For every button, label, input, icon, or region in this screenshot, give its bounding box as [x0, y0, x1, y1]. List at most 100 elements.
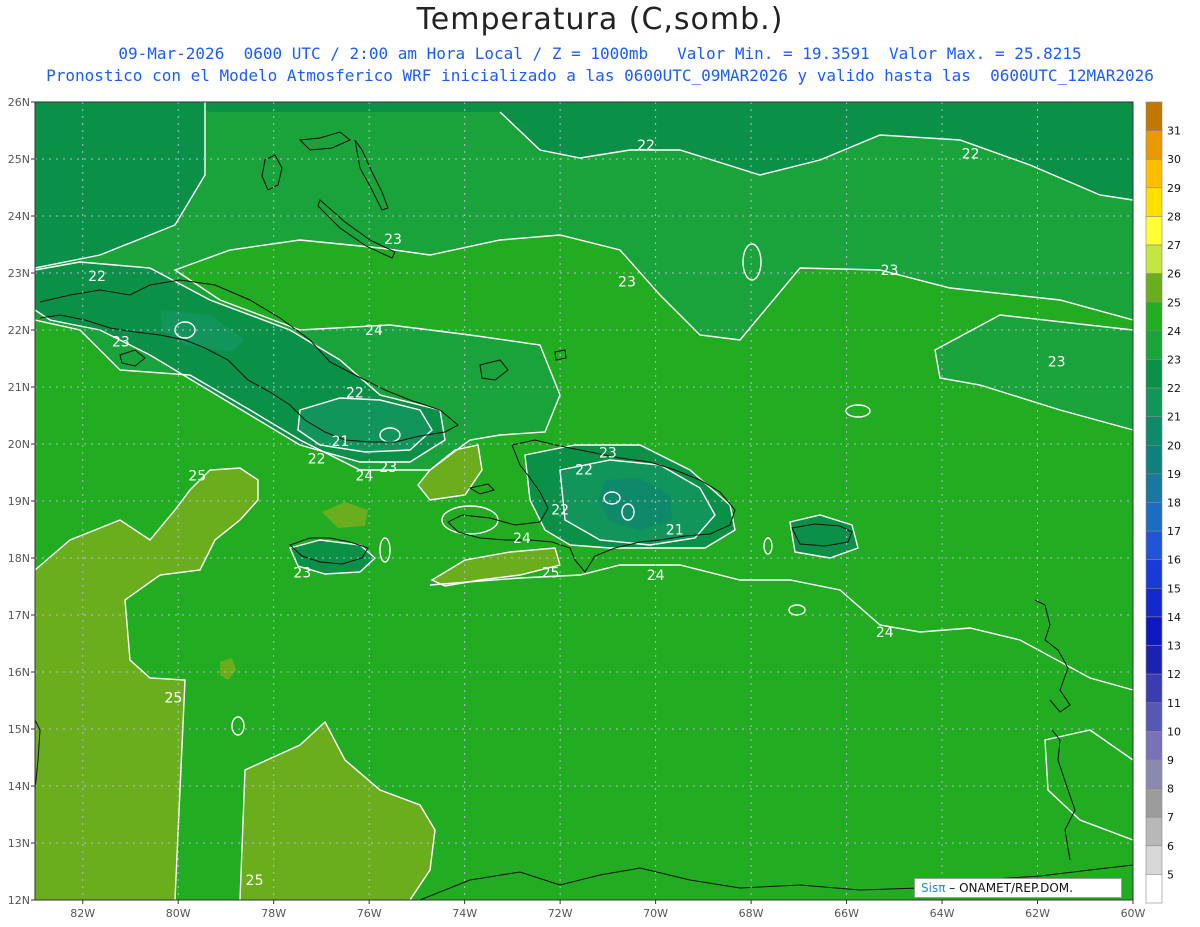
colorbar-swatch — [1145, 616, 1163, 646]
colorbar-label: 19 — [1167, 468, 1181, 481]
contour-label: 23 — [112, 334, 130, 350]
lon-tick-label: 82W — [70, 907, 95, 920]
lon-tick-labels: 82W 80W 78W 76W 74W 72W 70W 68W 66W 64W 62W 60W — [70, 900, 1146, 920]
colorbar-swatch — [1145, 130, 1163, 160]
colorbar-label: 24 — [1167, 325, 1181, 338]
lat-tick-label: 14N — [8, 780, 30, 793]
colorbar-label: 15 — [1167, 582, 1181, 595]
colorbar-swatch — [1145, 845, 1163, 875]
lon-tick-label: 64W — [930, 907, 955, 920]
contour-label: 23 — [384, 232, 402, 248]
lat-tick-label: 24N — [8, 210, 30, 223]
colorbar-swatch — [1145, 273, 1163, 303]
contour-label: 22 — [346, 386, 364, 402]
colorbar-label: 5 — [1167, 868, 1174, 881]
colorbar-label: 17 — [1167, 525, 1181, 538]
colorbar-swatch — [1145, 158, 1163, 189]
contour-label: 22 — [551, 503, 569, 519]
colorbar-swatch — [1145, 759, 1163, 789]
colorbar-swatch — [1145, 416, 1163, 446]
colorbar-swatch — [1145, 187, 1163, 217]
sispi-logo-text: Sisπ — [921, 881, 946, 895]
colorbar-swatch — [1145, 101, 1163, 131]
colorbar-label: 7 — [1167, 811, 1174, 824]
colorbar-label: 29 — [1167, 182, 1181, 195]
credit-box: Sisπ – ONAMET/REP.DOM. — [914, 878, 1122, 898]
lat-tick-labels: 26N 25N 24N 23N 22N 21N 20N 19N 18N 17N 16N 15N 14N 1… — [8, 96, 35, 907]
lat-tick-label: 26N — [8, 96, 30, 109]
colorbar-label: 20 — [1167, 439, 1181, 452]
lon-tick-label: 76W — [357, 907, 382, 920]
contour-label: 23 — [1048, 354, 1066, 370]
colorbar-swatch — [1145, 559, 1163, 589]
credit-org: – ONAMET/REP.DOM. — [949, 881, 1073, 895]
contour-label: 22 — [962, 146, 980, 162]
temperature-map: 82W 80W 78W 76W 74W 72W 70W 68W 66W 64W 62W 60W 26N… — [8, 96, 1181, 920]
colorbar-label: 26 — [1167, 268, 1181, 281]
colorbar-swatch — [1145, 788, 1163, 818]
colorbar-label: 11 — [1167, 697, 1181, 710]
lat-tick-label: 15N — [8, 723, 30, 736]
colorbar-swatch — [1145, 502, 1163, 532]
colorbar-swatch — [1145, 330, 1163, 360]
contour-label: 24 — [876, 625, 894, 641]
colorbar-swatch — [1145, 301, 1163, 332]
lat-tick-label: 25N — [8, 153, 30, 166]
contour-label: 25 — [542, 565, 560, 581]
lat-tick-label: 19N — [8, 495, 30, 508]
lat-tick-label: 21N — [8, 381, 30, 394]
contour-label: 24 — [365, 323, 383, 339]
contour-label: 25 — [188, 468, 206, 484]
colorbar-label: 21 — [1167, 411, 1181, 424]
colorbar-label: 25 — [1167, 296, 1181, 309]
colorbar-swatch — [1145, 244, 1163, 274]
lon-tick-label: 68W — [739, 907, 764, 920]
lat-tick-label: 13N — [8, 837, 30, 850]
lat-tick-label: 23N — [8, 267, 30, 280]
colorbar-label: 18 — [1167, 497, 1181, 510]
colorbar-label: 10 — [1167, 725, 1181, 738]
contour-label: 25 — [246, 873, 264, 889]
lat-tick-label: 16N — [8, 666, 30, 679]
contour-label: 21 — [332, 434, 350, 450]
contour-label: 22 — [637, 138, 655, 154]
contour-label: 22 — [308, 451, 326, 467]
contour-label: 23 — [293, 565, 311, 581]
contour-label: 24 — [513, 531, 531, 547]
colorbar-swatch — [1145, 588, 1163, 618]
colorbar-label: 14 — [1167, 611, 1181, 624]
lat-tick-label: 12N — [8, 894, 30, 907]
colorbar-swatch — [1145, 673, 1163, 704]
lon-tick-label: 60W — [1121, 907, 1146, 920]
colorbar-swatch — [1145, 530, 1163, 561]
lat-tick-label: 17N — [8, 609, 30, 622]
lon-tick-label: 80W — [166, 907, 191, 920]
colorbar-label: 23 — [1167, 353, 1181, 366]
colorbar-swatch — [1145, 645, 1163, 675]
colorbar-label: 16 — [1167, 554, 1181, 567]
lon-tick-label: 72W — [548, 907, 573, 920]
contour-label: 23 — [618, 275, 636, 291]
contour-label: 24 — [647, 568, 665, 584]
lat-tick-label: 20N — [8, 438, 30, 451]
colorbar-swatch — [1145, 473, 1163, 503]
lon-tick-label: 74W — [452, 907, 477, 920]
colorbar-swatch — [1145, 359, 1163, 389]
lon-tick-label: 78W — [261, 907, 286, 920]
contour-label: 22 — [575, 463, 593, 479]
contour-label: 25 — [165, 691, 183, 707]
colorbar-label: 12 — [1167, 668, 1181, 681]
lat-tick-label: 22N — [8, 324, 30, 337]
colorbar-label: 22 — [1167, 382, 1181, 395]
contour-label: 24 — [355, 468, 373, 484]
colorbar-label: 8 — [1167, 783, 1174, 796]
colorbar-swatch — [1145, 731, 1163, 761]
colorbar-label: 30 — [1167, 153, 1181, 166]
colorbar-label: 9 — [1167, 754, 1174, 767]
colorbar: 31 30 29 28 27 26 25 24 23 22 21 20 19 18 17 16 15 14 13 12… — [1145, 101, 1181, 904]
lon-tick-label: 66W — [834, 907, 859, 920]
contour-label: 23 — [599, 446, 617, 462]
colorbar-swatch — [1145, 816, 1163, 847]
lon-tick-label: 70W — [643, 907, 668, 920]
colorbar-swatch — [1145, 444, 1163, 475]
